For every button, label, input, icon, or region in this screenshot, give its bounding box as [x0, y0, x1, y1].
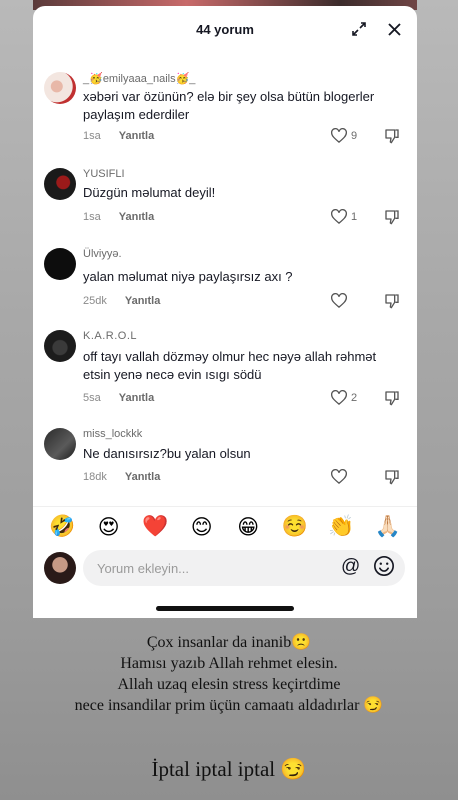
- emoji-button[interactable]: ❤️: [140, 514, 170, 539]
- reply-button[interactable]: Yanıtla: [125, 471, 160, 483]
- reply-button[interactable]: Yanıtla: [125, 295, 160, 307]
- expand-icon[interactable]: [347, 17, 371, 41]
- like-button[interactable]: 1: [331, 209, 357, 224]
- reply-button[interactable]: Yanıtla: [119, 211, 154, 223]
- heart-icon: [331, 128, 347, 143]
- dislike-icon[interactable]: [384, 469, 400, 490]
- like-button[interactable]: 2: [331, 390, 357, 405]
- avatar[interactable]: [44, 168, 76, 200]
- like-button[interactable]: [331, 469, 351, 484]
- emoji-button[interactable]: 😁: [233, 515, 263, 539]
- quick-emoji-bar: 🤣 😍 ❤️ 😊 😁 ☺️ 👏 🙏🏻: [33, 506, 417, 546]
- like-button[interactable]: 9: [331, 128, 357, 143]
- reply-button[interactable]: Yanıtla: [119, 130, 154, 142]
- comment-time: 5sa: [83, 392, 101, 404]
- comment-time: 18dk: [83, 471, 107, 483]
- comment-username[interactable]: _🥳emilyaaa_nails🥳_: [83, 72, 195, 85]
- comment-text: xəbəri var özünün? elə bir şey olsa bütü…: [83, 89, 375, 122]
- comments-sheet: 44 yorum _🥳emilyaaa_nails🥳_ xəbəri var ö…: [33, 6, 417, 618]
- comment-input-row: Yorum ekleyin... @: [33, 548, 417, 588]
- avatar[interactable]: [44, 248, 76, 280]
- reply-button[interactable]: Yanıtla: [119, 392, 154, 404]
- comment-meta: 1sa Yanıtla: [83, 130, 154, 142]
- comment-username[interactable]: YUSIFLI: [83, 168, 125, 180]
- comment-text: yalan məlumat niyə paylaşırsız axı ?: [83, 269, 293, 284]
- heart-icon: [331, 209, 347, 224]
- emoji-button[interactable]: 👏: [326, 514, 356, 539]
- comment-meta: 25dk Yanıtla: [83, 295, 160, 307]
- comment-text: Ne danısırsız?bu yalan olsun: [83, 446, 251, 461]
- sheet-header: 44 yorum: [33, 6, 417, 50]
- comment-text: Düzgün məlumat deyil!: [83, 185, 216, 200]
- avatar[interactable]: [44, 330, 76, 362]
- story-caption: Çox insanlar da inanib🙁 Hamısı yazıb All…: [0, 632, 458, 782]
- comment-username[interactable]: Ülviyyə.: [83, 248, 122, 260]
- comment-input-placeholder: Yorum ekleyin...: [97, 560, 190, 576]
- comment-username[interactable]: miss_lockkk: [83, 428, 142, 440]
- comment-meta: 5sa Yanıtla: [83, 392, 154, 404]
- emoji-button[interactable]: 🤣: [47, 514, 77, 539]
- caption-headline: İptal iptal iptal 😏: [151, 757, 307, 781]
- current-user-avatar: [44, 552, 76, 584]
- caption-line: Hamısı yazıb Allah rehmet elesin.: [120, 655, 338, 672]
- avatar[interactable]: [44, 428, 76, 460]
- comment-time: 1sa: [83, 130, 101, 142]
- close-icon[interactable]: [382, 17, 406, 41]
- comment-time: 1sa: [83, 211, 101, 223]
- comment-list[interactable]: _🥳emilyaaa_nails🥳_ xəbəri var özünün? el…: [33, 58, 417, 502]
- comment-meta: 18dk Yanıtla: [83, 471, 160, 483]
- avatar[interactable]: [44, 72, 76, 104]
- emoji-button[interactable]: 😍: [94, 515, 124, 539]
- heart-icon: [331, 469, 347, 484]
- caption-line: nece insandilar prim üçün camaatı aldadı…: [74, 697, 384, 714]
- dislike-icon[interactable]: [384, 390, 400, 411]
- dislike-icon[interactable]: [384, 209, 400, 230]
- emoji-button[interactable]: 😊: [187, 515, 217, 539]
- emoji-button[interactable]: 🙏🏻: [373, 514, 403, 539]
- dislike-icon[interactable]: [384, 128, 400, 149]
- like-count: 1: [351, 210, 358, 223]
- heart-icon: [331, 293, 347, 308]
- caption-line: Çox insanlar da inanib🙁: [146, 634, 312, 651]
- heart-icon: [331, 390, 347, 405]
- comment-time: 25dk: [83, 295, 107, 307]
- like-count: 2: [351, 391, 358, 404]
- like-count: 9: [351, 129, 358, 142]
- emoji-button[interactable]: ☺️: [280, 514, 310, 539]
- dislike-icon[interactable]: [384, 293, 400, 314]
- mention-icon[interactable]: @: [341, 556, 360, 578]
- home-indicator: [156, 606, 294, 611]
- comment-text: off tayı vallah dözməy olmur hec nəyə al…: [83, 349, 377, 382]
- comment-username[interactable]: K.A.R.O.L: [83, 330, 137, 342]
- emoji-picker-icon[interactable]: [373, 555, 395, 582]
- like-button[interactable]: [331, 293, 351, 308]
- caption-line: Allah uzaq elesin stress keçirtdime: [117, 676, 341, 693]
- comment-meta: 1sa Yanıtla: [83, 211, 154, 223]
